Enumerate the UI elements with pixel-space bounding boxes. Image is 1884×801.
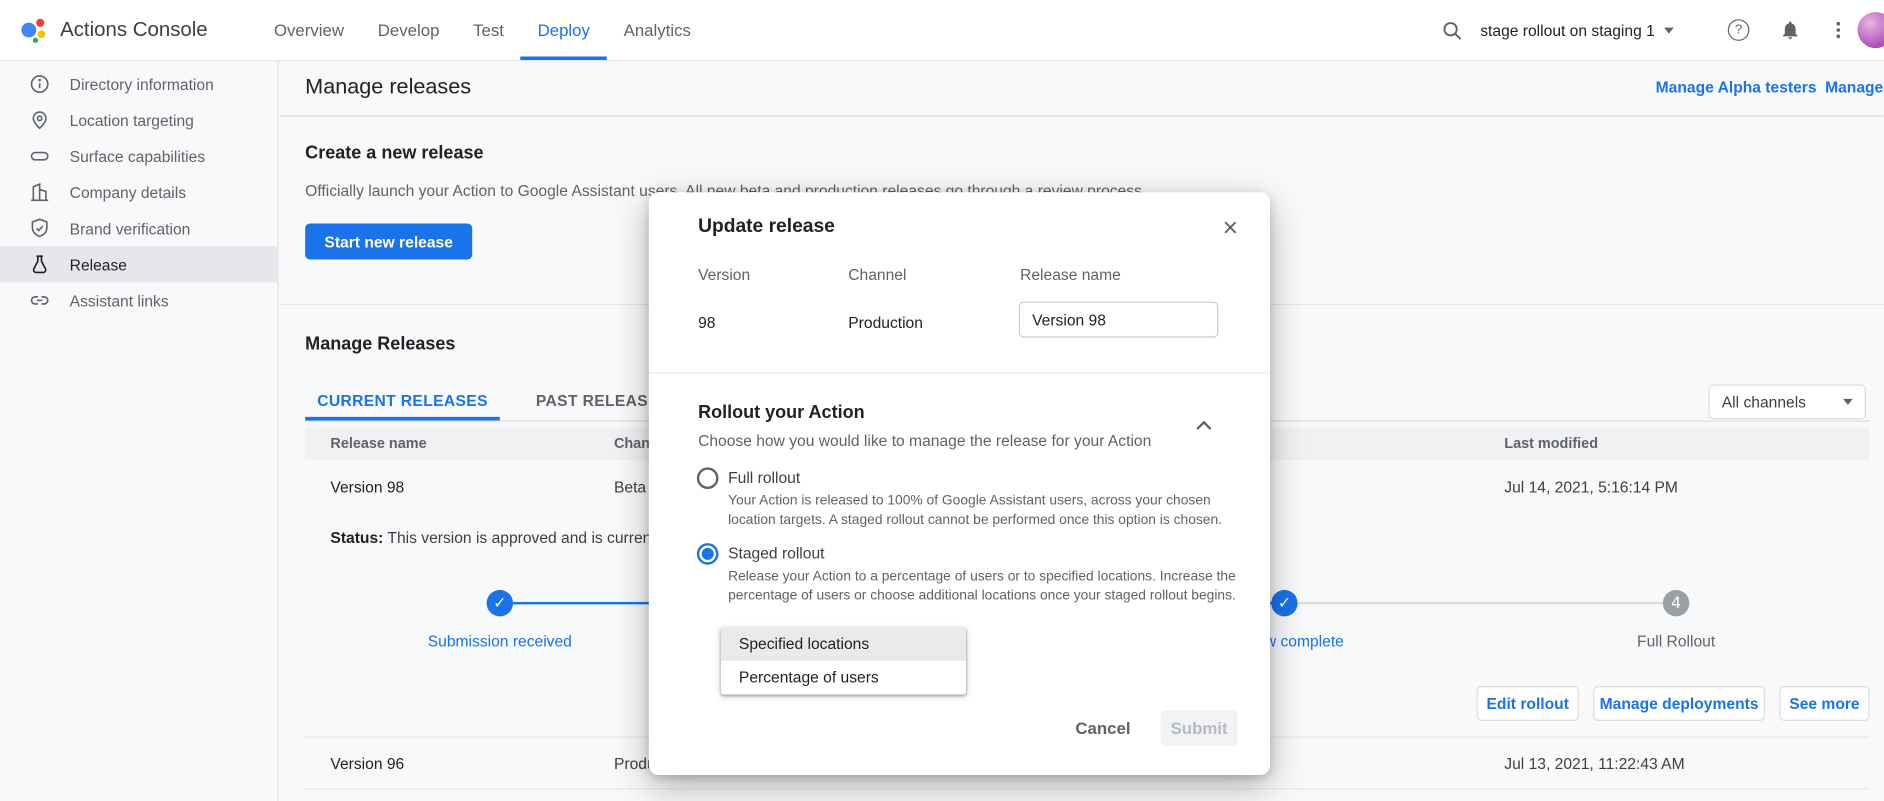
channel-filter-value: All channels [1722, 393, 1806, 411]
info-icon [29, 73, 51, 95]
release-icon [29, 254, 51, 276]
rollout-type-menu: Specified locations Percentage of users [721, 627, 966, 694]
title-divider [280, 115, 1884, 116]
staged-rollout-description: Release your Action to a percentage of u… [728, 567, 1257, 605]
sidebar-item-label: Assistant links [70, 291, 169, 309]
menu-item-specified-locations[interactable]: Specified locations [721, 627, 966, 661]
rollout-title: Rollout your Action [698, 403, 865, 423]
dialog-divider [649, 372, 1270, 373]
manage-releases-title: Manage Releases [305, 334, 455, 354]
step-review-complete-check-icon: ✓ [1271, 590, 1297, 616]
nav-tab-analytics[interactable]: Analytics [607, 0, 708, 60]
manage-alpha-testers-link[interactable]: Manage Alpha testers [1656, 78, 1817, 96]
chevron-down-icon [1843, 399, 1853, 405]
sidebar-item-company-details[interactable]: Company details [0, 174, 278, 210]
chevron-up-icon[interactable] [1189, 411, 1218, 440]
help-icon[interactable]: ? [1727, 18, 1751, 42]
sidebar-item-release[interactable]: Release [0, 246, 278, 282]
staged-rollout-radio[interactable] [697, 543, 719, 565]
sidebar-item-label: Directory information [70, 75, 214, 93]
update-release-dialog: Update release × Version Channel Release… [649, 192, 1270, 775]
create-release-title: Create a new release [305, 143, 483, 163]
step-label-submission-received: Submission received [356, 632, 644, 650]
edit-rollout-button[interactable]: Edit rollout [1477, 686, 1579, 721]
staged-rollout-label[interactable]: Staged rollout [728, 544, 824, 562]
sidebar-item-label: Release [70, 255, 127, 273]
column-last-modified: Last modified [1504, 428, 1598, 460]
status-label: Status: [330, 529, 383, 547]
full-rollout-radio[interactable] [697, 467, 719, 489]
sidebar-item-assistant-links[interactable]: Assistant links [0, 282, 278, 318]
start-new-release-button[interactable]: Start new release [305, 223, 472, 259]
nav-tab-overview[interactable]: Overview [257, 0, 361, 60]
see-more-button[interactable]: See more [1779, 686, 1869, 721]
more-vert-icon[interactable] [1826, 18, 1850, 42]
menu-item-percentage-of-users[interactable]: Percentage of users [721, 661, 966, 695]
nav-tab-develop[interactable]: Develop [361, 0, 456, 60]
release-modified-cell: Jul 13, 2021, 11:22:43 AM [1504, 755, 1684, 773]
cancel-button[interactable]: Cancel [1057, 709, 1148, 747]
row-divider [305, 788, 1869, 789]
project-selector-value: stage rollout on staging 1 [1480, 21, 1655, 39]
sidebar-item-directory-information[interactable]: Directory information [0, 66, 278, 102]
location-icon [29, 109, 51, 131]
tab-current-releases[interactable]: CURRENT RELEASES [305, 383, 500, 420]
search-icon[interactable] [1439, 18, 1463, 42]
version-label: Version [698, 266, 750, 284]
step-submission-received-check-icon: ✓ [487, 590, 513, 616]
full-rollout-label[interactable]: Full rollout [728, 469, 800, 487]
capsule-icon [29, 145, 51, 167]
version-value: 98 [698, 314, 715, 332]
close-icon[interactable]: × [1211, 209, 1249, 247]
sidebar-item-label: Location targeting [70, 111, 194, 129]
channel-label: Channel [848, 266, 906, 284]
release-name-input[interactable] [1019, 302, 1218, 338]
primary-nav: Overview Develop Test Deploy Analytics [257, 0, 708, 60]
sidebar-item-label: Brand verification [70, 219, 191, 237]
release-modified-cell: Jul 14, 2021, 5:16:14 PM [1504, 478, 1678, 496]
page-title: Manage releases [305, 74, 471, 99]
release-name-label: Release name [1020, 266, 1121, 284]
sidebar-item-label: Company details [70, 183, 186, 201]
channel-filter-select[interactable]: All channels [1709, 384, 1866, 419]
step-full-rollout-number-icon: 4 [1663, 590, 1689, 616]
sidebar-item-location-targeting[interactable]: Location targeting [0, 102, 278, 138]
submit-button[interactable]: Submit [1161, 710, 1238, 746]
rollout-subtitle: Choose how you would like to manage the … [698, 431, 1151, 449]
user-avatar[interactable] [1858, 12, 1884, 48]
sidebar-item-label: Surface capabilities [70, 147, 205, 165]
dialog-title: Update release [698, 216, 835, 238]
brand: Actions Console [17, 0, 208, 60]
nav-tab-test[interactable]: Test [456, 0, 521, 60]
shield-icon [29, 217, 51, 239]
release-channel-cell: Beta [614, 478, 646, 496]
nav-tab-deploy[interactable]: Deploy [521, 0, 607, 60]
notifications-icon[interactable] [1778, 18, 1802, 42]
chevron-down-icon [1664, 27, 1674, 33]
actions-console-app: Actions Console Overview Develop Test De… [0, 0, 1884, 801]
actions-console-logo-icon [17, 14, 48, 45]
project-selector[interactable]: stage rollout on staging 1 [1480, 0, 1674, 60]
sidebar-item-surface-capabilities[interactable]: Surface capabilities [0, 138, 278, 174]
stepper-connector [1298, 602, 1663, 604]
link-icon [29, 290, 51, 312]
app-title: Actions Console [60, 18, 208, 42]
release-name-cell: Version 98 [330, 478, 404, 496]
manage-deployments-button[interactable]: Manage deployments [1593, 686, 1765, 721]
manage-beta-testers-link[interactable]: Manage Beta testers [1825, 78, 1884, 96]
sidebar: Directory information Location targeting… [0, 61, 279, 801]
step-label-full-rollout: Full Rollout [1532, 632, 1820, 650]
building-icon [29, 181, 51, 203]
sidebar-item-brand-verification[interactable]: Brand verification [0, 210, 278, 246]
column-release-name: Release name [330, 428, 426, 460]
channel-value: Production [848, 314, 923, 332]
full-rollout-description: Your Action is released to 100% of Googl… [728, 491, 1257, 529]
release-name-cell: Version 96 [330, 755, 404, 773]
top-bar: Actions Console Overview Develop Test De… [0, 0, 1884, 61]
